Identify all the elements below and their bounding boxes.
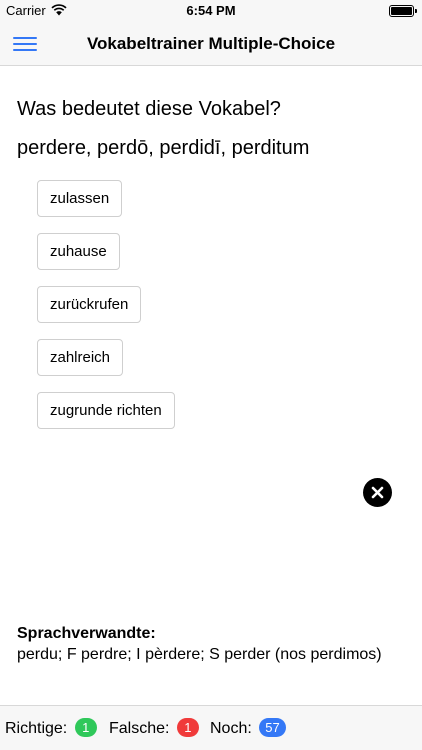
page-title: Vokabeltrainer Multiple-Choice	[86, 34, 336, 53]
remaining-count-badge: 57	[259, 717, 286, 737]
answer-button-5[interactable]: zugrunde richten	[37, 392, 175, 429]
wrong-label: Falsche:	[109, 720, 170, 737]
answer-button-4[interactable]: zahlreich	[37, 339, 124, 376]
navigation-bar: Vokabeltrainer Multiple-Choice	[0, 22, 422, 66]
wrong-count-badge: 1	[176, 717, 199, 737]
remaining-stat: Noch: 57	[210, 717, 286, 738]
close-icon[interactable]	[363, 478, 392, 507]
answer-button-3[interactable]: zurückrufen	[37, 286, 142, 323]
correct-count-badge: 1	[74, 717, 97, 737]
vocabulary-word: perdere, perdō, perdidī, perditum	[17, 137, 310, 159]
cognates-text: perdu; F perdre; I pèrdere; S perder (no…	[17, 646, 382, 663]
clock: 6:54 PM	[186, 3, 236, 18]
score-footer: Richtige: 1 Falsche: 1 Noch: 57	[0, 705, 422, 750]
correct-stat: Richtige: 1	[5, 717, 97, 738]
cognates-heading: Sprachverwandte:	[17, 625, 156, 642]
correct-label: Richtige:	[5, 720, 68, 737]
question-text: Was bedeutet diese Vokabel?	[17, 98, 281, 120]
answer-button-2[interactable]: zuhause	[37, 233, 120, 270]
answer-button-1[interactable]: zulassen	[37, 180, 123, 217]
status-bar: Carrier 6:54 PM	[0, 0, 422, 22]
wrong-stat: Falsche: 1	[109, 717, 199, 738]
battery-icon	[389, 5, 417, 17]
remaining-label: Noch:	[210, 720, 252, 737]
